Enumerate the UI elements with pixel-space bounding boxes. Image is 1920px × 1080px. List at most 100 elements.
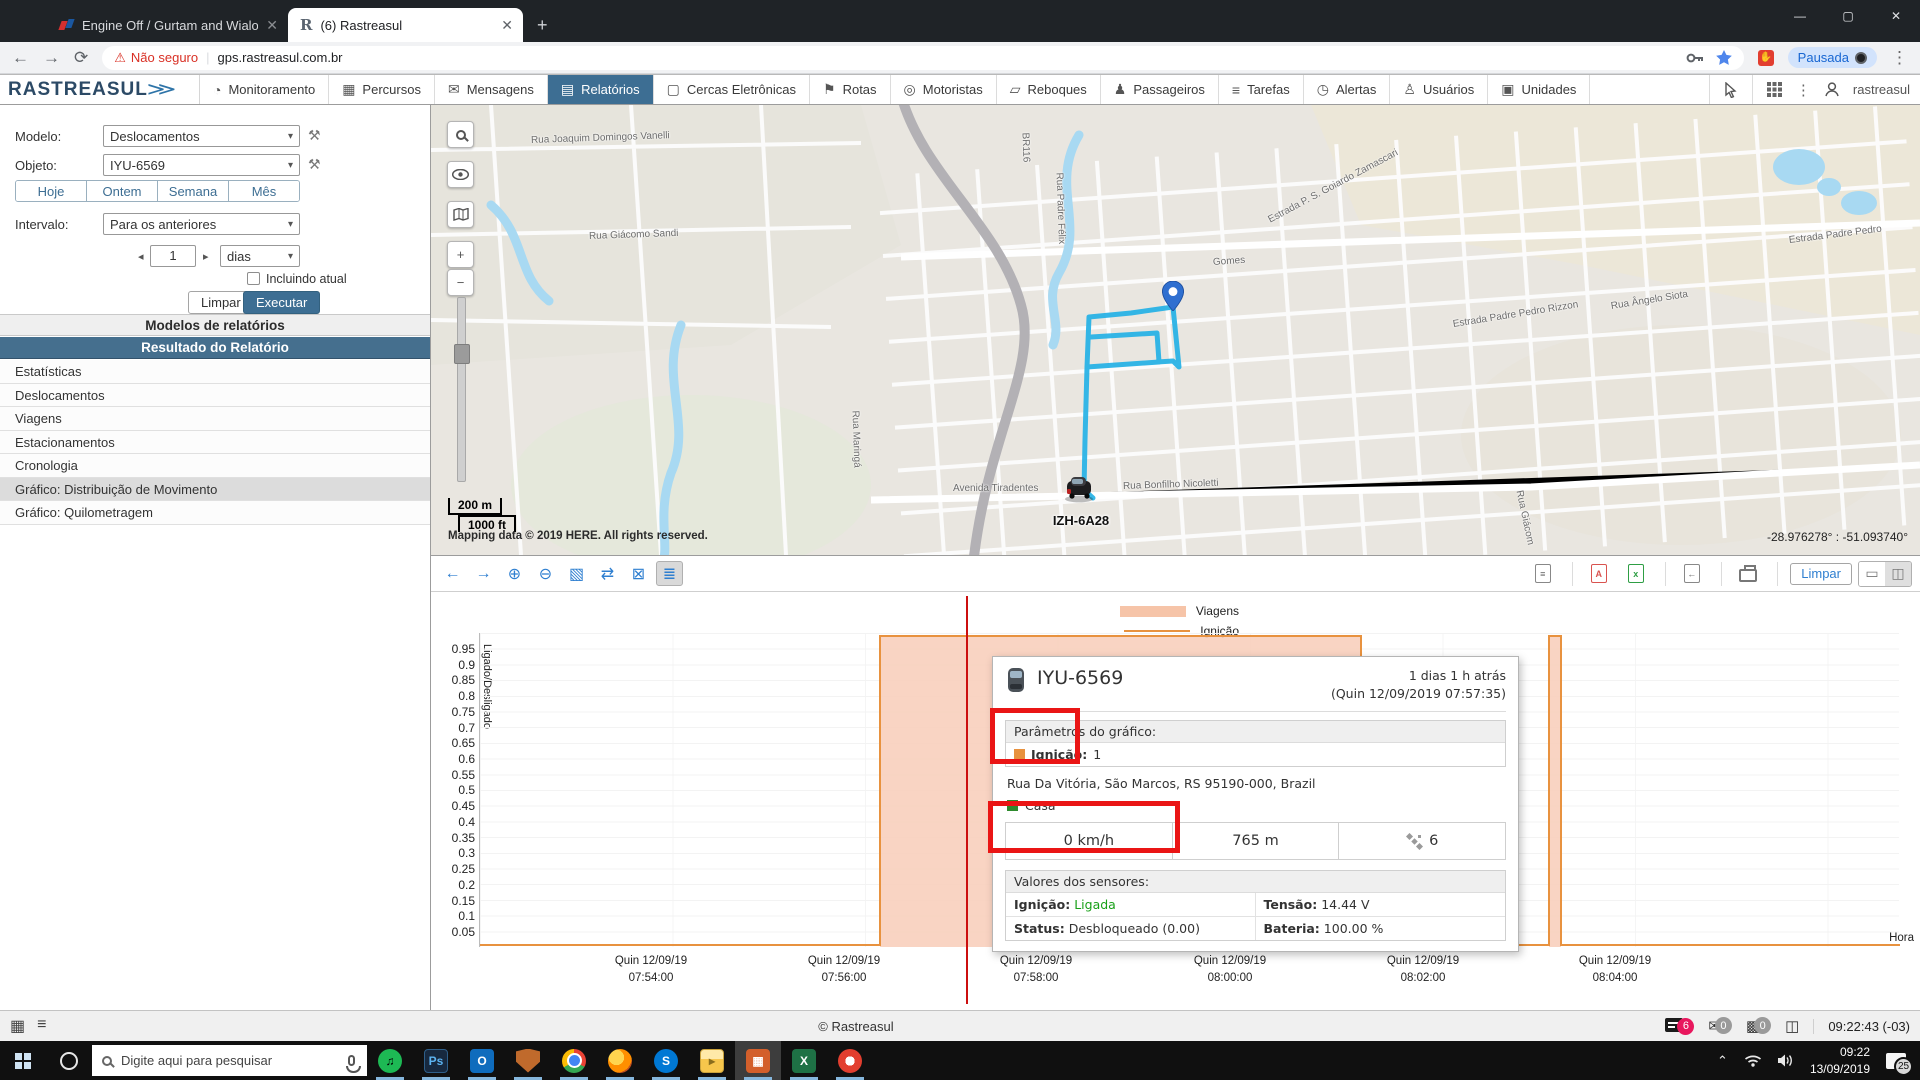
chart-legend-toggle-icon[interactable]: ≣ (656, 561, 683, 586)
executar-button[interactable]: Executar (243, 291, 320, 314)
nav-tab-mensagens[interactable]: ✉ Mensagens (435, 75, 548, 104)
intervalo-select[interactable]: Para os anteriores▾ (103, 213, 300, 235)
url-text[interactable]: gps.rastreasul.com.br (218, 50, 1678, 65)
zoom-slider[interactable] (457, 297, 466, 482)
tray-clock[interactable]: 09:22 13/09/2019 (1810, 1044, 1870, 1076)
modelo-wrench-icon[interactable]: ⚒ (308, 127, 321, 144)
chart-limpar-button[interactable]: Limpar (1790, 563, 1852, 585)
templates-header[interactable]: Modelos de relatórios (0, 314, 430, 336)
result-header[interactable]: Resultado do Relatório (0, 337, 430, 359)
objeto-select[interactable]: IYU-6569▾ (103, 154, 300, 176)
nav-tab-tarefas[interactable]: ≡ Tarefas (1219, 75, 1304, 104)
zoom-slider-handle[interactable] (454, 344, 470, 364)
bookmark-star-icon[interactable] (1716, 50, 1732, 65)
vehicle-marker-icon[interactable] (1059, 473, 1099, 506)
taskbar-photoshop-icon[interactable]: Ps (413, 1041, 459, 1080)
pointer-tool-icon[interactable] (1724, 82, 1738, 98)
export-file-icon[interactable]: ← (1678, 561, 1705, 586)
not-secure-warning[interactable]: ⚠ Não seguro (114, 50, 198, 66)
taskbar-outlook-icon[interactable]: O (459, 1041, 505, 1080)
map-visibility-button[interactable] (447, 161, 474, 188)
wifi-icon[interactable] (1744, 1054, 1762, 1067)
taskbar-opera-icon[interactable] (827, 1041, 873, 1080)
export-pdf-icon[interactable]: A (1585, 561, 1612, 586)
taskbar-shield-icon[interactable] (505, 1041, 551, 1080)
nav-tab-rotas[interactable]: ⚑ Rotas (810, 75, 891, 104)
zoom-out-button[interactable]: − (447, 269, 474, 296)
objeto-wrench-icon[interactable]: ⚒ (308, 156, 321, 173)
action-center-icon[interactable]: 25 (1886, 1053, 1906, 1069)
messages-indicator[interactable]: ✉0 (1708, 1017, 1732, 1035)
range-hoje[interactable]: Hoje (16, 181, 87, 201)
report-item-cronologia[interactable]: Cronologia (0, 454, 430, 478)
browser-back-button[interactable]: ← (12, 48, 29, 68)
map-canvas[interactable]: Rua Joaquim Domingos VanelliRua Giácomo … (431, 105, 1920, 555)
layout-panel-icon[interactable]: ◫ (1785, 1017, 1799, 1035)
report-item-estacionamentos[interactable]: Estacionamentos (0, 431, 430, 455)
apps-grid-icon[interactable] (1767, 82, 1782, 97)
nav-tab-usuarios[interactable]: ♙ Usuários (1390, 75, 1488, 104)
including-current-checkbox[interactable] (247, 272, 260, 285)
report-item-grafico-quilometragem[interactable]: Gráfico: Quilometragem (0, 501, 430, 525)
taskbar-skype-icon[interactable]: S (643, 1041, 689, 1080)
zoom-in-button[interactable]: + (447, 241, 474, 268)
nav-tab-passageiros[interactable]: ♟ Passageiros (1101, 75, 1219, 104)
interval-increment-icon[interactable]: ▸ (203, 250, 209, 263)
media-indicator[interactable]: ▩0 (1746, 1017, 1771, 1035)
cortana-button[interactable] (46, 1041, 92, 1080)
browser-tab-rastreasul[interactable]: R (6) Rastreasul ✕ (288, 8, 523, 42)
nav-tab-unidades[interactable]: ▣ Unidades (1488, 75, 1590, 104)
window-minimize-button[interactable]: — (1776, 0, 1824, 32)
split-view-toggle-icon[interactable]: ◫ (1885, 562, 1911, 586)
report-view-icon[interactable]: ≡ (1529, 561, 1556, 586)
chart-forward-icon[interactable]: → (470, 561, 497, 586)
interval-count-input[interactable]: 1 (150, 245, 196, 267)
browser-tab-gurtam[interactable]: Engine Off / Gurtam and Wialon ✕ (48, 8, 288, 42)
chart-zoom-out-icon[interactable]: ⊖ (532, 561, 559, 586)
tab-close-icon[interactable]: ✕ (266, 17, 278, 34)
tab-close-icon[interactable]: ✕ (501, 17, 513, 34)
modelo-select[interactable]: Deslocamentos▾ (103, 125, 300, 147)
taskbar-excel-icon[interactable]: X (781, 1041, 827, 1080)
adblock-extension-icon[interactable] (1758, 50, 1774, 66)
interval-decrement-icon[interactable]: ◂ (138, 250, 144, 263)
nav-tab-relatorios[interactable]: ▤ Relatórios (548, 75, 654, 104)
chart-axis-scale-icon[interactable]: ⇄ (594, 561, 621, 586)
speaker-icon[interactable] (1778, 1054, 1794, 1067)
nav-tab-monitoramento[interactable]: ◔ Monitoramento (200, 75, 329, 104)
pause-extension-button[interactable]: Pausada (1788, 47, 1877, 68)
key-icon[interactable] (1686, 53, 1704, 63)
taskbar-spotify-icon[interactable]: ♫ (367, 1041, 413, 1080)
browser-forward-button[interactable]: → (43, 48, 60, 68)
report-item-viagens[interactable]: Viagens (0, 407, 430, 431)
nav-tab-cercas[interactable]: ▢ Cercas Eletrônicas (654, 75, 810, 104)
print-icon[interactable] (1734, 561, 1761, 586)
report-item-grafico-movimento[interactable]: Gráfico: Distribuição de Movimento (0, 478, 430, 502)
range-semana[interactable]: Semana (158, 181, 229, 201)
browser-menu-icon[interactable]: ⋮ (1891, 48, 1908, 68)
interval-unit-select[interactable]: dias▾ (220, 245, 300, 267)
chart-fit-icon[interactable]: ⊠ (625, 561, 652, 586)
microphone-icon[interactable] (348, 1055, 355, 1066)
map-layers-button[interactable] (447, 201, 474, 228)
show-map-toggle-icon[interactable]: ▭ (1859, 562, 1885, 586)
taskbar-media-icon[interactable]: ▦ (735, 1041, 781, 1080)
start-button[interactable] (0, 1041, 46, 1080)
map-search-button[interactable] (447, 121, 474, 148)
username[interactable]: rastreasul (1853, 82, 1910, 97)
location-pin-icon[interactable] (1162, 281, 1184, 314)
address-bar[interactable]: ⚠ Não seguro | gps.rastreasul.com.br (102, 46, 1743, 70)
taskbar-search-input[interactable]: Digite aqui para pesquisar (92, 1045, 367, 1076)
browser-reload-button[interactable]: ⟳ (74, 48, 88, 68)
taskbar-firefox-icon[interactable] (597, 1041, 643, 1080)
window-maximize-button[interactable]: ▢ (1824, 0, 1872, 32)
nav-tab-alertas[interactable]: ◷ Alertas (1304, 75, 1391, 104)
range-ontem[interactable]: Ontem (87, 181, 158, 201)
report-item-estatisticas[interactable]: Estatísticas (0, 360, 430, 384)
window-close-button[interactable]: ✕ (1872, 0, 1920, 32)
nav-tab-motoristas[interactable]: ◎ Motoristas (891, 75, 997, 104)
nav-tab-reboques[interactable]: ▱ Reboques (997, 75, 1101, 104)
tray-chevron-icon[interactable]: ⌃ (1717, 1053, 1728, 1069)
export-excel-icon[interactable]: x (1622, 561, 1649, 586)
chart-zoom-in-icon[interactable]: ⊕ (501, 561, 528, 586)
